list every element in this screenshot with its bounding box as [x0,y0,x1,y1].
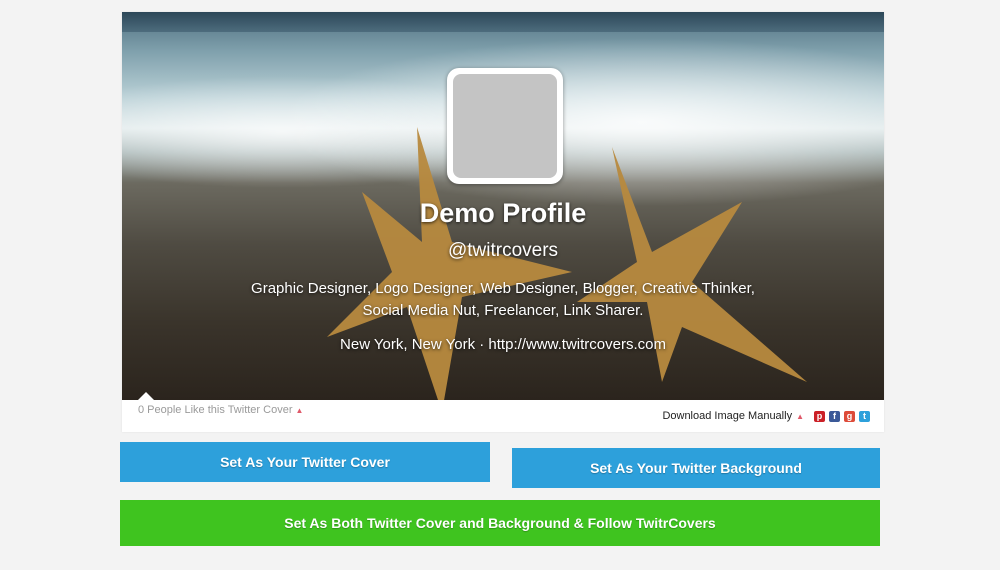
profile-bio-line-2: Social Media Nut, Freelancer, Link Share… [362,302,644,319]
download-bar: Download Image Manually ▲ p f g t [662,410,870,422]
profile-name: Demo Profile [419,198,587,228]
pinterest-icon[interactable]: p [814,410,825,422]
twitter-icon[interactable]: t [859,410,870,422]
like-triangle-icon: ▲ [295,406,304,415]
starfish-right-image [577,147,807,382]
card-notch [138,392,154,400]
likes-count[interactable]: 0 People Like this Twitter Cover ▲ [138,404,303,416]
download-triangle-icon: ▲ [796,411,804,421]
google-plus-icon[interactable]: g [844,410,855,422]
cover-preview-card: Demo Profile @twitrcovers Graphic Design… [122,12,884,432]
avatar-placeholder [453,74,557,178]
set-background-button[interactable]: Set As Your Twitter Background [512,448,880,488]
page: Demo Profile @twitrcovers Graphic Design… [0,0,1000,570]
cover-sky [122,12,884,32]
download-link[interactable]: Download Image Manually [662,410,792,422]
facebook-icon[interactable]: f [829,410,840,422]
avatar-frame [447,68,563,184]
profile-location: New York, New York · http://www.twitrcov… [340,336,666,353]
set-cover-button[interactable]: Set As Your Twitter Cover [120,442,490,482]
cover-image: Demo Profile @twitrcovers Graphic Design… [122,12,884,400]
set-both-button[interactable]: Set As Both Twitter Cover and Background… [120,500,880,546]
likes-text: 0 People Like this Twitter Cover [138,404,293,416]
profile-bio: Graphic Designer, Logo Designer, Web Des… [122,278,884,322]
profile-bio-line-1: Graphic Designer, Logo Designer, Web Des… [251,280,755,297]
profile-handle: @twitrcovers [447,240,559,261]
